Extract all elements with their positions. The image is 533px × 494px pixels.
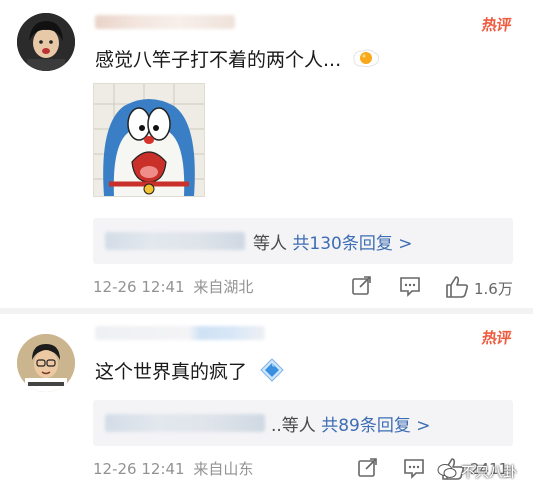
share-button[interactable] <box>356 456 380 484</box>
hot-comment-badge: 热评 <box>480 329 513 347</box>
user-avatar[interactable] <box>17 334 75 392</box>
wechat-logo-icon <box>437 463 457 483</box>
reply-usernames-blurred <box>105 414 265 432</box>
doraemon-sticker[interactable] <box>93 83 205 197</box>
reply-usernames-blurred <box>105 232 245 250</box>
like-count: 1.6万 <box>474 280 513 298</box>
watermark: 不只八卦 <box>437 462 517 483</box>
comment-bubble-icon <box>404 459 424 479</box>
comment-button[interactable] <box>402 456 426 484</box>
hot-comment-badge: 热评 <box>480 16 513 34</box>
fried-egg-icon <box>351 46 381 75</box>
diamond-icon <box>259 357 285 388</box>
replies-preview[interactable]: ..等人 共89条回复 > <box>93 400 513 446</box>
comment-time: 12-26 12:41 <box>93 278 185 296</box>
share-icon <box>358 458 377 477</box>
share-button[interactable] <box>350 274 374 302</box>
username-blurred[interactable] <box>95 15 235 29</box>
replies-preview[interactable]: 等人 共130条回复 > <box>93 218 513 264</box>
comment-button[interactable] <box>398 274 422 302</box>
comment-item: 热评 感觉八竿子打不着的两个人... 等人 共130条回复 > 12-26 12… <box>0 0 533 312</box>
comment-location: 来自湖北 <box>193 278 254 296</box>
comment-time: 12-26 12:41 <box>93 460 185 478</box>
comment-meta: 12-26 12:41 来自山东 <box>93 458 253 479</box>
share-icon <box>352 276 371 295</box>
like-button[interactable] <box>444 274 470 304</box>
reply-summary[interactable]: ..等人 共89条回复 > <box>271 411 431 436</box>
user-avatar[interactable] <box>17 13 75 71</box>
username-blurred[interactable] <box>95 326 265 340</box>
comment-item: 热评 这个世界真的疯了 ..等人 共89条回复 > 12-26 12:41 来自… <box>0 312 533 494</box>
comment-location: 来自山东 <box>193 460 254 478</box>
reply-summary[interactable]: 等人 共130条回复 > <box>253 229 413 254</box>
person-avatar-icon <box>17 334 75 392</box>
thumbs-up-icon <box>446 276 469 298</box>
comment-text: 感觉八竿子打不着的两个人... <box>95 45 381 75</box>
person-avatar-icon <box>17 13 75 71</box>
comment-meta: 12-26 12:41 来自湖北 <box>93 276 253 297</box>
comment-text: 这个世界真的疯了 <box>95 357 285 388</box>
reply-count-link[interactable]: 共130条回复 > <box>292 234 412 254</box>
comment-bubble-icon <box>400 277 420 297</box>
reply-count-link[interactable]: 共89条回复 > <box>321 416 430 436</box>
